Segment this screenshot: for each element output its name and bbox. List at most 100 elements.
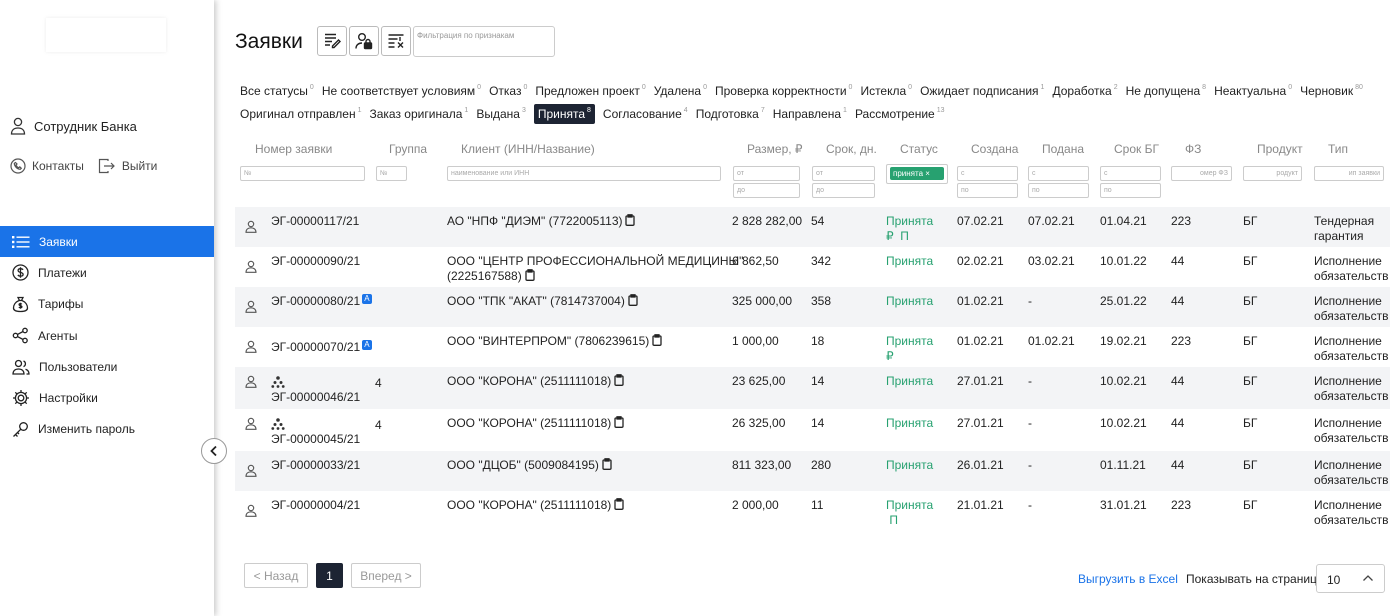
filter-bg-term-to[interactable]: по bbox=[1100, 183, 1161, 198]
status-filter-all[interactable]: Все статусы 0 bbox=[240, 84, 314, 98]
user-access-button[interactable] bbox=[349, 26, 379, 56]
filter-submitted-from[interactable]: с bbox=[1028, 166, 1089, 181]
user-icon-wrap[interactable] bbox=[245, 375, 257, 392]
nav-item-change-password[interactable]: Изменить пароль bbox=[0, 414, 214, 445]
status-filter-review[interactable]: Рассмотрение 13 bbox=[855, 107, 945, 124]
filter-law-input[interactable]: омер ФЗ bbox=[1171, 166, 1232, 181]
prev-page-button[interactable]: < Назад bbox=[244, 563, 308, 588]
col-header-group[interactable]: Группа bbox=[389, 142, 427, 156]
status-filter-deleted[interactable]: Удалена 0 bbox=[654, 84, 707, 98]
nav-item-agents[interactable]: Агенты bbox=[0, 320, 214, 351]
table-row[interactable]: ЭГ-00000090/21 ООО "ЦЕНТР ПРОФЕССИОНАЛЬНО… bbox=[235, 247, 1390, 287]
filter-bg-term-from[interactable]: с bbox=[1100, 166, 1161, 181]
col-header-term[interactable]: Срок, дн. bbox=[826, 142, 877, 156]
close-icon[interactable]: × bbox=[925, 169, 930, 178]
status-filter-revision[interactable]: Доработка 2 bbox=[1052, 84, 1117, 98]
status-filter-draft[interactable]: Черновик 80 bbox=[1300, 84, 1363, 98]
user-icon-wrap[interactable] bbox=[245, 220, 257, 237]
user-icon-wrap[interactable] bbox=[245, 300, 257, 317]
status-filter-sent[interactable]: Направлена 1 bbox=[773, 107, 847, 124]
copy-clipboard-icon[interactable] bbox=[625, 214, 636, 226]
nav-item-settings[interactable]: Настройки bbox=[0, 382, 214, 413]
table-row[interactable]: ЭГ-00000046/21 4 ООО "КОРОНА" (2511111018)… bbox=[235, 367, 1390, 409]
filter-product-input[interactable]: родукт bbox=[1243, 166, 1302, 181]
table-row[interactable]: ЭГ-00000070/21 A ООО "ВИНТЕРПРОМ" (7806239… bbox=[235, 327, 1390, 367]
status-filter-preparation[interactable]: Подготовка 7 bbox=[696, 107, 765, 124]
col-header-submitted[interactable]: Подана bbox=[1042, 142, 1084, 156]
filter-type-input[interactable]: ип заявки bbox=[1314, 166, 1384, 181]
collapse-sidebar-button[interactable] bbox=[201, 438, 227, 464]
copy-clipboard-icon[interactable] bbox=[628, 294, 638, 306]
application-number[interactable]: ЭГ-00000033/21 bbox=[271, 458, 360, 473]
application-number[interactable]: ЭГ-00000080/21 A bbox=[271, 294, 372, 309]
user-icon-wrap[interactable] bbox=[245, 504, 257, 521]
filter-group-input[interactable]: № bbox=[376, 166, 407, 181]
status-filter-awaiting-signing[interactable]: Ожидает подписания 1 bbox=[920, 84, 1044, 98]
col-header-number[interactable]: Номер заявки bbox=[255, 142, 332, 156]
status-filter-irrelevant[interactable]: Неактуальна 0 bbox=[1214, 84, 1292, 98]
attribute-filter-input[interactable]: Фильтрация по признакам bbox=[413, 26, 555, 57]
col-header-bg-term[interactable]: Срок БГ bbox=[1114, 142, 1159, 156]
nav-item-payments[interactable]: Платежи bbox=[0, 257, 214, 288]
table-row[interactable]: ЭГ-00000117/21 АО "НПФ "ДИЭМ" (7722005113… bbox=[235, 207, 1390, 247]
status-filter-checking[interactable]: Проверка корректности 0 bbox=[715, 84, 852, 98]
user-icon-wrap[interactable] bbox=[245, 464, 257, 481]
page-1-button[interactable]: 1 bbox=[316, 563, 343, 588]
col-header-product[interactable]: Продукт bbox=[1257, 142, 1303, 156]
status-filter-not-eligible[interactable]: Не соответствует условиям 0 bbox=[322, 84, 481, 98]
copy-clipboard-icon[interactable] bbox=[652, 334, 662, 346]
status-filter-accepted[interactable]: Принята 8 bbox=[533, 104, 595, 124]
filter-number-input[interactable]: № bbox=[240, 166, 365, 181]
table-row[interactable]: ЭГ-00000080/21 A ООО "ТПК "АКАТ" (78147370… bbox=[235, 287, 1390, 327]
col-header-amount[interactable]: Размер, ₽ bbox=[747, 142, 803, 156]
status-filter-not-admitted[interactable]: Не допущена 8 bbox=[1126, 84, 1206, 98]
application-number[interactable]: ЭГ-00000117/21 bbox=[271, 214, 359, 229]
nav-item-applications[interactable]: Заявки bbox=[0, 226, 214, 258]
status-filter-refused[interactable]: Отказ 0 bbox=[489, 84, 527, 98]
copy-clipboard-icon[interactable] bbox=[614, 416, 624, 428]
application-number[interactable]: ЭГ-00000004/21 bbox=[271, 498, 360, 513]
filter-term-to[interactable]: до bbox=[812, 183, 875, 198]
table-row[interactable]: ЭГ-00000033/21 ООО "ДЦОБ" (5009084195) 811… bbox=[235, 451, 1390, 491]
user-icon-wrap[interactable] bbox=[245, 417, 257, 434]
col-header-created[interactable]: Создана bbox=[971, 142, 1018, 156]
col-header-type[interactable]: Тип bbox=[1328, 142, 1348, 156]
filter-amount-to[interactable]: до bbox=[733, 183, 800, 198]
status-filter-expired[interactable]: Истекла 0 bbox=[860, 84, 912, 98]
clear-filters-button[interactable] bbox=[381, 26, 411, 56]
filter-amount-from[interactable]: от bbox=[733, 166, 800, 181]
copy-clipboard-icon[interactable] bbox=[602, 458, 612, 470]
status-filter-approval[interactable]: Согласование 4 bbox=[603, 107, 688, 124]
status-filter-tag[interactable]: принята × bbox=[890, 167, 944, 180]
copy-clipboard-icon[interactable] bbox=[614, 498, 624, 510]
copy-clipboard-icon[interactable] bbox=[614, 374, 624, 386]
filter-created-from[interactable]: с bbox=[957, 166, 1018, 181]
logout-link[interactable]: Выйти bbox=[98, 158, 157, 174]
filter-client-input[interactable]: наименование или ИНН bbox=[447, 166, 721, 181]
status-filter-original-sent[interactable]: Оригинал отправлен 1 bbox=[240, 107, 362, 124]
filter-created-to[interactable]: по bbox=[957, 183, 1018, 198]
nav-item-users[interactable]: Пользователи bbox=[0, 351, 214, 382]
col-header-law[interactable]: ФЗ bbox=[1185, 142, 1201, 156]
copy-clipboard-icon[interactable] bbox=[525, 269, 535, 281]
filter-term-from[interactable]: от bbox=[812, 166, 875, 181]
application-number[interactable]: ЭГ-00000045/21 bbox=[271, 432, 360, 447]
filter-submitted-to[interactable]: по bbox=[1028, 183, 1089, 198]
export-excel-link[interactable]: Выгрузить в Excel bbox=[1078, 572, 1178, 586]
edit-list-button[interactable] bbox=[317, 26, 347, 56]
table-row[interactable]: ЭГ-00000045/21 4 ООО "КОРОНА" (2511111018)… bbox=[235, 409, 1390, 451]
status-filter-original-ordered[interactable]: Заказ оригинала 1 bbox=[370, 107, 469, 124]
user-icon-wrap[interactable] bbox=[245, 340, 257, 357]
col-header-status[interactable]: Статус bbox=[900, 142, 938, 156]
next-page-button[interactable]: Вперед > bbox=[351, 563, 421, 588]
application-number[interactable]: ЭГ-00000046/21 bbox=[271, 390, 360, 405]
per-page-select[interactable]: 10 bbox=[1316, 564, 1385, 593]
status-filter-draft-proposed[interactable]: Предложен проект 0 bbox=[535, 84, 645, 98]
application-number[interactable]: ЭГ-00000090/21 bbox=[271, 254, 360, 269]
col-header-client[interactable]: Клиент (ИНН/Название) bbox=[461, 142, 595, 156]
nav-item-tariffs[interactable]: Тарифы bbox=[0, 289, 214, 320]
user-icon-wrap[interactable] bbox=[245, 260, 257, 277]
table-row[interactable]: ЭГ-00000004/21 ООО "КОРОНА" (2511111018) 2… bbox=[235, 491, 1390, 531]
contacts-link[interactable]: Контакты bbox=[10, 158, 84, 174]
application-number[interactable]: ЭГ-00000070/21 A bbox=[271, 340, 372, 355]
